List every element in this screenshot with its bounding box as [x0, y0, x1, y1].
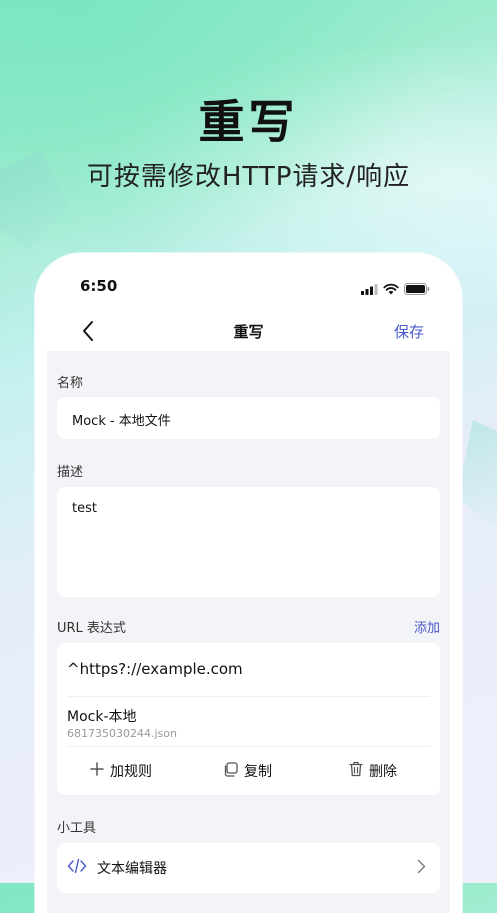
signal-icon	[361, 280, 378, 299]
status-time: 6:50	[80, 277, 118, 295]
add-rule-button[interactable]: 加规则	[90, 751, 152, 791]
hero-subtitle: 可按需修改HTTP请求/响应	[86, 162, 411, 192]
add-url-button[interactable]: 添加	[414, 617, 440, 636]
hero-title: 重写	[198, 95, 299, 149]
code-icon	[67, 858, 87, 878]
description-field[interactable]: test	[57, 487, 440, 597]
background-facet-right	[457, 420, 497, 530]
url-expression-label: URL 表达式	[57, 621, 126, 636]
divider	[67, 696, 430, 697]
copy-icon	[223, 761, 238, 781]
rule-item[interactable]: Mock-本地 681735030244.json	[67, 706, 177, 740]
name-label: 名称	[57, 376, 84, 391]
copy-button[interactable]: 复制	[223, 751, 272, 791]
delete-label: 删除	[369, 764, 397, 780]
phone-frame: 6:50 重写 保存 名称 Mock - 本地文件 描述 test URL 表达…	[35, 253, 462, 913]
divider	[67, 746, 430, 747]
add-rule-label: 加规则	[110, 764, 152, 780]
description-value: test	[72, 501, 97, 516]
delete-button[interactable]: 删除	[349, 751, 397, 791]
status-bar: 6:50	[35, 253, 462, 313]
rule-title: Mock-本地	[67, 709, 137, 725]
trash-icon	[349, 761, 363, 781]
copy-label: 复制	[244, 764, 272, 780]
tools-label: 小工具	[57, 821, 97, 836]
wifi-icon	[383, 280, 399, 299]
name-value: Mock - 本地文件	[72, 414, 171, 429]
tool-label: 文本编辑器	[97, 861, 167, 877]
plus-icon	[90, 762, 104, 780]
battery-icon	[404, 280, 430, 299]
url-expression-value[interactable]: ^https?://example.com	[67, 660, 243, 678]
tool-text-editor[interactable]: 文本编辑器	[57, 843, 440, 893]
form-content: 名称 Mock - 本地文件 描述 test URL 表达式 添加 ^https…	[47, 351, 450, 913]
rule-file: 681735030244.json	[67, 727, 177, 740]
navigation-bar: 重写 保存	[35, 315, 462, 349]
url-rule-card: ^https?://example.com Mock-本地 6817350302…	[57, 643, 440, 795]
description-label: 描述	[57, 465, 84, 480]
name-field[interactable]: Mock - 本地文件	[57, 397, 440, 439]
save-button[interactable]: 保存	[394, 321, 424, 342]
chevron-right-icon	[417, 859, 426, 878]
status-icons	[361, 280, 430, 299]
